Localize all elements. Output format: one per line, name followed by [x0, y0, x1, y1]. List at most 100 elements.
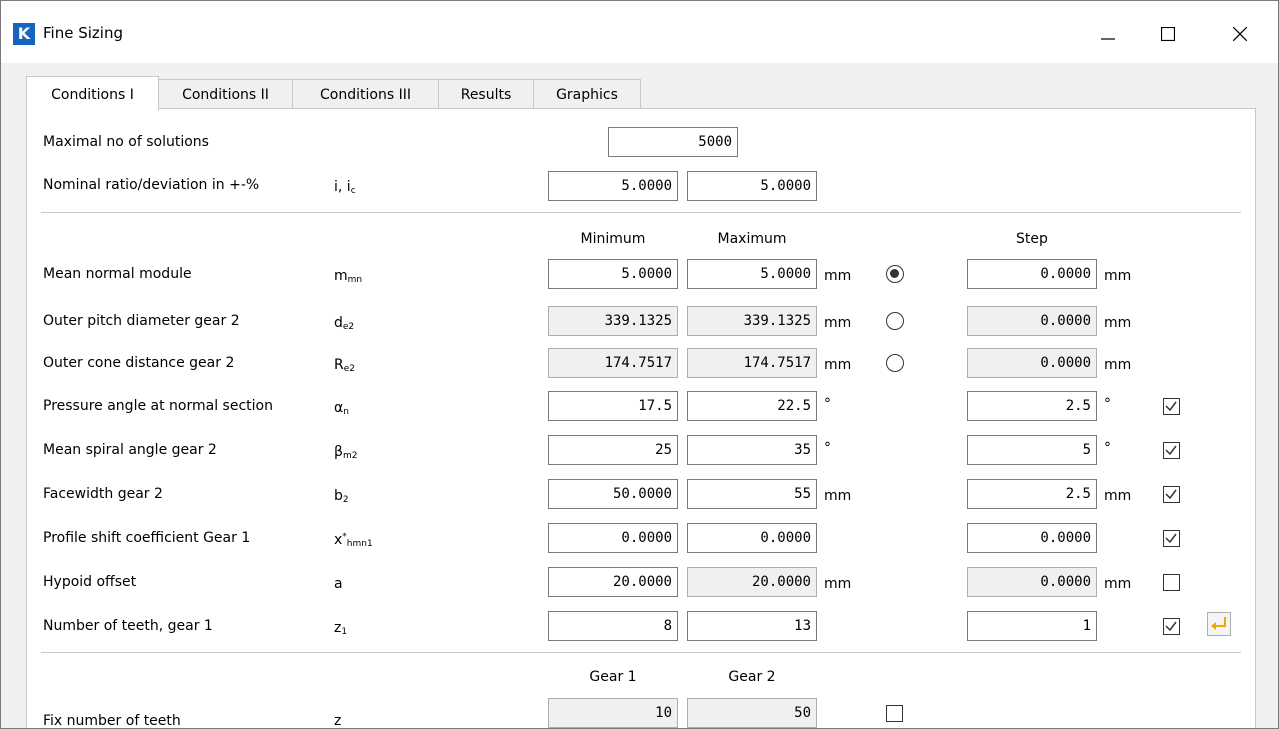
close-button[interactable]	[1217, 13, 1263, 55]
step-unit-label: mm	[1104, 576, 1132, 592]
row-symbol: x*hmn1	[334, 532, 373, 549]
max-solutions-input[interactable]: 5000	[608, 127, 738, 157]
min-input-teeth[interactable]: 8	[548, 611, 678, 641]
max-input-profile-shift[interactable]: 0.0000	[687, 523, 817, 553]
unit-label: mm	[824, 357, 852, 373]
row-symbol: z1	[334, 620, 348, 637]
step-unit-label: mm	[1104, 315, 1132, 331]
tab-conditions-2[interactable]: Conditions II	[158, 79, 293, 110]
checkbox-facewidth[interactable]	[1163, 486, 1180, 503]
step-unit-label: mm	[1104, 488, 1132, 504]
checkbox-teeth[interactable]	[1163, 618, 1180, 635]
row-symbol: βm2	[334, 444, 358, 461]
row-symbol: de2	[334, 315, 355, 332]
maximize-button[interactable]	[1145, 13, 1191, 55]
maximum-header: Maximum	[717, 231, 787, 247]
step-input-pressure-angle[interactable]: 2.5	[967, 391, 1097, 421]
step-input-spiral-angle[interactable]: 5	[967, 435, 1097, 465]
max-input-facewidth[interactable]: 55	[687, 479, 817, 509]
min-input-facewidth[interactable]: 50.0000	[548, 479, 678, 509]
checkbox-hypoid-offset[interactable]	[1163, 574, 1180, 591]
tab-conditions-3[interactable]: Conditions III	[292, 79, 439, 110]
row-symbol: mmn	[334, 268, 363, 285]
app-logo-icon: K	[13, 23, 35, 45]
step-input-cone-distance: 0.0000	[967, 348, 1097, 378]
step-header: Step	[1016, 231, 1048, 247]
step-input-teeth[interactable]: 1	[967, 611, 1097, 641]
close-icon	[1233, 27, 1247, 41]
step-input-facewidth[interactable]: 2.5	[967, 479, 1097, 509]
max-input-module[interactable]: 5.0000	[687, 259, 817, 289]
ratio-symbol: i, ic	[334, 179, 356, 196]
max-input-pitch-diameter: 339.1325	[687, 306, 817, 336]
step-unit-label: mm	[1104, 268, 1132, 284]
checkbox-profile-shift[interactable]	[1163, 530, 1180, 547]
title-bar: K Fine Sizing	[1, 1, 1278, 63]
minimize-button[interactable]	[1085, 13, 1131, 55]
min-input-module[interactable]: 5.0000	[548, 259, 678, 289]
gear1-header: Gear 1	[589, 669, 637, 685]
min-input-cone-distance: 174.7517	[548, 348, 678, 378]
min-input-pressure-angle[interactable]: 17.5	[548, 391, 678, 421]
step-input-hypoid-offset: 0.0000	[967, 567, 1097, 597]
check-icon	[1165, 621, 1177, 632]
row-label-mean-normal-module: Mean normal module	[43, 266, 192, 282]
min-input-pitch-diameter: 339.1325	[548, 306, 678, 336]
max-solutions-label: Maximal no of solutions	[43, 134, 209, 150]
row-label-spiral-angle: Mean spiral angle gear 2	[43, 442, 217, 458]
radio-module[interactable]	[886, 265, 904, 283]
checkbox-spiral-angle[interactable]	[1163, 442, 1180, 459]
min-input-hypoid-offset[interactable]: 20.0000	[548, 567, 678, 597]
deviation-input[interactable]: 5.0000	[687, 171, 817, 201]
radio-cone-distance[interactable]	[886, 354, 904, 372]
check-icon	[1165, 445, 1177, 456]
unit-label: °	[824, 440, 831, 456]
max-input-pressure-angle[interactable]: 22.5	[687, 391, 817, 421]
fine-sizing-window: K Fine Sizing Conditions I Conditions II…	[0, 0, 1279, 729]
check-icon	[1165, 533, 1177, 544]
tab-results[interactable]: Results	[438, 79, 534, 110]
row-symbol: αn	[334, 400, 349, 417]
unit-label: mm	[824, 576, 852, 592]
gear2-teeth-input: 50	[687, 698, 817, 728]
row-label-hypoid-offset: Hypoid offset	[43, 574, 137, 590]
min-input-spiral-angle[interactable]: 25	[548, 435, 678, 465]
return-arrow-icon	[1211, 617, 1226, 630]
row-label-profile-shift: Profile shift coefficient Gear 1	[43, 530, 251, 546]
separator	[41, 652, 1241, 653]
radio-pitch-diameter[interactable]	[886, 312, 904, 330]
row-symbol: b2	[334, 488, 349, 505]
step-input-profile-shift[interactable]: 0.0000	[967, 523, 1097, 553]
ratio-input[interactable]: 5.0000	[548, 171, 678, 201]
tab-graphics[interactable]: Graphics	[533, 79, 641, 110]
unit-label: mm	[824, 315, 852, 331]
gear2-header: Gear 2	[728, 669, 776, 685]
step-unit-label: °	[1104, 396, 1111, 412]
minimize-icon	[1101, 38, 1115, 40]
minimum-header: Minimum	[580, 231, 646, 247]
row-label-pressure-angle: Pressure angle at normal section	[43, 398, 273, 414]
max-input-teeth[interactable]: 13	[687, 611, 817, 641]
max-input-cone-distance: 174.7517	[687, 348, 817, 378]
fix-teeth-label: Fix number of teeth	[43, 713, 181, 729]
checkbox-pressure-angle[interactable]	[1163, 398, 1180, 415]
max-input-hypoid-offset: 20.0000	[687, 567, 817, 597]
apply-button[interactable]	[1207, 612, 1231, 636]
step-input-module[interactable]: 0.0000	[967, 259, 1097, 289]
check-icon	[1165, 401, 1177, 412]
step-unit-label: mm	[1104, 357, 1132, 373]
check-icon	[1165, 489, 1177, 500]
step-unit-label: °	[1104, 440, 1111, 456]
row-label-outer-cone-distance: Outer cone distance gear 2	[43, 355, 235, 371]
max-input-spiral-angle[interactable]: 35	[687, 435, 817, 465]
unit-label: mm	[824, 488, 852, 504]
row-label-number-of-teeth: Number of teeth, gear 1	[43, 618, 213, 634]
row-label-facewidth: Facewidth gear 2	[43, 486, 163, 502]
gear1-teeth-input: 10	[548, 698, 678, 728]
checkbox-fix-teeth[interactable]	[886, 705, 903, 722]
unit-label: mm	[824, 268, 852, 284]
row-symbol: a	[334, 576, 343, 592]
window-title: Fine Sizing	[43, 24, 123, 42]
tab-conditions-1[interactable]: Conditions I	[26, 76, 159, 111]
min-input-profile-shift[interactable]: 0.0000	[548, 523, 678, 553]
